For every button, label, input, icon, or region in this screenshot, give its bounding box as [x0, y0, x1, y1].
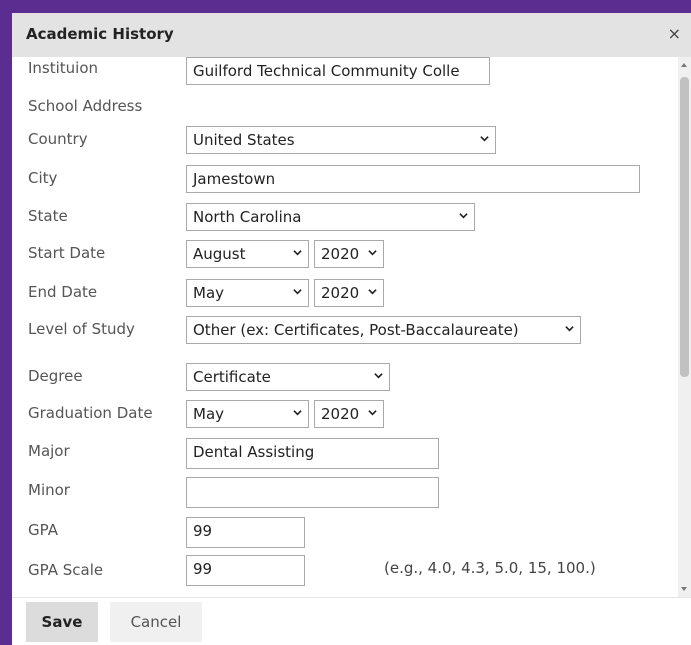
start-date-label: Start Date [28, 244, 106, 262]
dialog-titlebar: Academic History × [12, 13, 691, 57]
graduation-date-year-select[interactable]: 2020 [314, 400, 384, 428]
level-of-study-label: Level of Study [28, 320, 135, 338]
chevron-down-icon [293, 410, 302, 416]
chevron-down-icon [459, 213, 468, 219]
country-select-value: United States [193, 131, 295, 149]
chevron-down-icon [480, 136, 489, 142]
state-select[interactable]: North Carolina [186, 203, 475, 231]
end-date-label: End Date [28, 283, 98, 301]
level-of-study-value: Other (ex: Certificates, Post-Baccalaure… [193, 321, 519, 339]
start-date-year-value: 2020 [321, 245, 360, 263]
chevron-down-icon [565, 326, 574, 332]
major-input[interactable]: Dental Assisting [186, 438, 439, 469]
chevron-down-icon [374, 373, 383, 379]
chevron-down-icon [368, 250, 377, 256]
school-address-label: School Address [28, 97, 143, 115]
dialog-title: Academic History [26, 25, 174, 43]
end-date-month-value: May [193, 284, 225, 302]
degree-select-value: Certificate [193, 368, 271, 386]
country-label: Country [28, 130, 88, 148]
major-label: Major [28, 442, 70, 460]
end-date-year-value: 2020 [321, 284, 360, 302]
start-date-month-select[interactable]: August [186, 240, 309, 268]
chevron-down-icon [293, 289, 302, 295]
gpa-input[interactable]: 99 [186, 517, 305, 548]
gpa-label: GPA [28, 521, 58, 539]
graduation-date-label: Graduation Date [28, 404, 153, 422]
graduation-date-month-value: May [193, 405, 225, 423]
scroll-down-icon[interactable] [681, 587, 687, 591]
scroll-up-icon[interactable] [681, 63, 687, 67]
chevron-down-icon [368, 410, 377, 416]
country-select[interactable]: United States [186, 126, 496, 154]
city-label: City [28, 169, 58, 187]
academic-history-dialog: Academic History × Instituion Guilford T… [12, 13, 691, 645]
start-date-year-select[interactable]: 2020 [314, 240, 384, 268]
form-content: Instituion Guilford Technical Community … [12, 57, 678, 597]
dialog-footer: Save Cancel [12, 597, 691, 645]
form-scrollbar[interactable] [678, 57, 691, 597]
cancel-button[interactable]: Cancel [110, 602, 202, 642]
degree-label: Degree [28, 367, 83, 385]
graduation-date-month-select[interactable]: May [186, 400, 309, 428]
institution-label: Instituion [28, 59, 99, 77]
window-border-left [0, 0, 12, 645]
close-icon[interactable]: × [668, 24, 681, 43]
state-label: State [28, 207, 68, 225]
start-date-month-value: August [193, 245, 246, 263]
chevron-down-icon [293, 250, 302, 256]
degree-select[interactable]: Certificate [186, 363, 390, 391]
chevron-down-icon [368, 289, 377, 295]
city-input[interactable]: Jamestown [186, 165, 640, 193]
gpa-scale-input[interactable]: 99 [186, 555, 305, 586]
save-button[interactable]: Save [26, 602, 98, 642]
institution-input[interactable]: Guilford Technical Community Colle [186, 57, 490, 85]
graduation-date-year-value: 2020 [321, 405, 360, 423]
gpa-scale-label: GPA Scale [28, 561, 104, 579]
minor-label: Minor [28, 481, 70, 499]
window-border-top [0, 0, 691, 13]
minor-input[interactable] [186, 477, 439, 508]
scrollbar-thumb[interactable] [680, 77, 689, 377]
state-select-value: North Carolina [193, 208, 302, 226]
end-date-month-select[interactable]: May [186, 279, 309, 307]
level-of-study-select[interactable]: Other (ex: Certificates, Post-Baccalaure… [186, 316, 581, 344]
end-date-year-select[interactable]: 2020 [314, 279, 384, 307]
gpa-scale-hint: (e.g., 4.0, 4.3, 5.0, 15, 100.) [384, 559, 596, 577]
